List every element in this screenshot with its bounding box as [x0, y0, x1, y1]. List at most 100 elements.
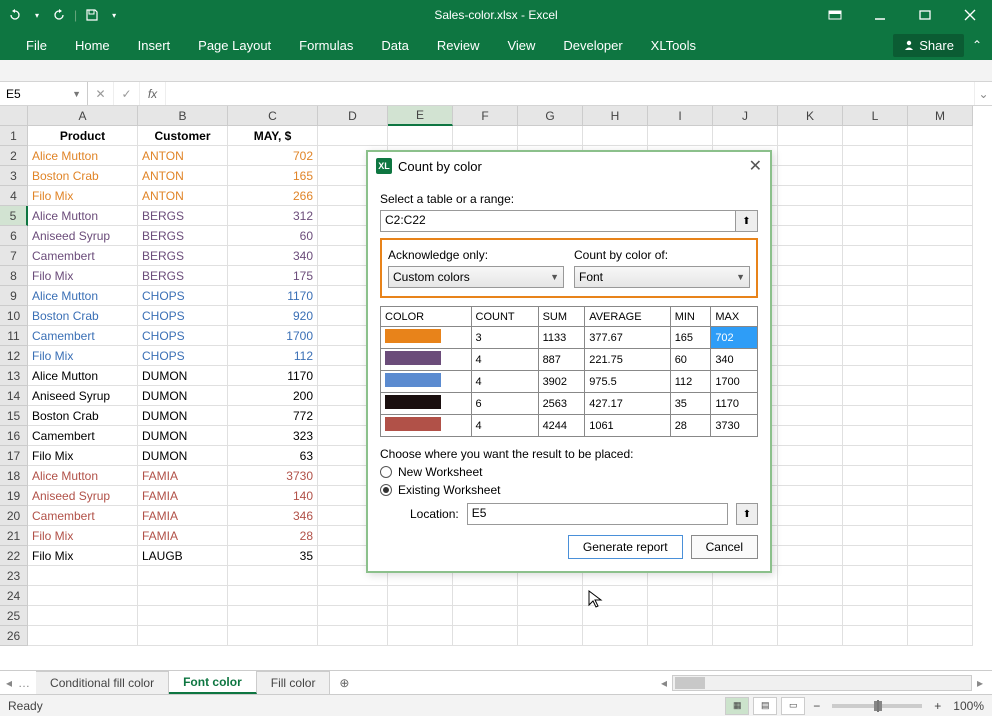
- ribbon-tab-view[interactable]: View: [493, 30, 549, 60]
- ribbon-tab-review[interactable]: Review: [423, 30, 494, 60]
- ribbon-tab-home[interactable]: Home: [61, 30, 124, 60]
- cell-H26[interactable]: [583, 626, 648, 646]
- cell-K9[interactable]: [778, 286, 843, 306]
- cell-G24[interactable]: [518, 586, 583, 606]
- row-header-26[interactable]: 26: [0, 626, 28, 646]
- row-header-8[interactable]: 8: [0, 266, 28, 286]
- cell-K13[interactable]: [778, 366, 843, 386]
- result-row[interactable]: 4887221.7560340: [381, 349, 758, 371]
- cell-M1[interactable]: [908, 126, 973, 146]
- cell-M3[interactable]: [908, 166, 973, 186]
- cell-G25[interactable]: [518, 606, 583, 626]
- cell-A3[interactable]: Boston Crab: [28, 166, 138, 186]
- cell-D24[interactable]: [318, 586, 388, 606]
- qat-customize-icon[interactable]: ▾: [107, 8, 121, 22]
- cell-C10[interactable]: 920: [228, 306, 318, 326]
- row-header-18[interactable]: 18: [0, 466, 28, 486]
- cell-M7[interactable]: [908, 246, 973, 266]
- cell-K24[interactable]: [778, 586, 843, 606]
- cell-C5[interactable]: 312: [228, 206, 318, 226]
- cell-C25[interactable]: [228, 606, 318, 626]
- name-box-dropdown-icon[interactable]: ▼: [72, 89, 81, 99]
- cell-K18[interactable]: [778, 466, 843, 486]
- countby-dropdown[interactable]: Font ▼: [574, 266, 750, 288]
- cell-C11[interactable]: 1700: [228, 326, 318, 346]
- cell-L21[interactable]: [843, 526, 908, 546]
- location-input[interactable]: E5: [467, 503, 728, 525]
- cell-K5[interactable]: [778, 206, 843, 226]
- sheet-nav-prev-icon[interactable]: ◂: [6, 676, 12, 690]
- row-header-9[interactable]: 9: [0, 286, 28, 306]
- cell-L25[interactable]: [843, 606, 908, 626]
- cell-K17[interactable]: [778, 446, 843, 466]
- row-header-24[interactable]: 24: [0, 586, 28, 606]
- cell-K1[interactable]: [778, 126, 843, 146]
- cell-L17[interactable]: [843, 446, 908, 466]
- column-header-E[interactable]: E: [388, 106, 453, 126]
- dialog-titlebar[interactable]: XL Count by color ✕: [368, 152, 770, 180]
- cell-B10[interactable]: CHOPS: [138, 306, 228, 326]
- cell-L20[interactable]: [843, 506, 908, 526]
- expand-formula-bar-icon[interactable]: ⌄: [974, 82, 992, 105]
- cell-F1[interactable]: [453, 126, 518, 146]
- zoom-level[interactable]: 100%: [953, 699, 984, 713]
- cell-K20[interactable]: [778, 506, 843, 526]
- cell-E26[interactable]: [388, 626, 453, 646]
- cell-A10[interactable]: Boston Crab: [28, 306, 138, 326]
- ribbon-options-icon[interactable]: [812, 0, 857, 30]
- enter-formula-icon[interactable]: ✓: [114, 82, 140, 105]
- column-header-D[interactable]: D: [318, 106, 388, 126]
- sheet-tab-conditional-fill-color[interactable]: Conditional fill color: [36, 671, 169, 694]
- cell-A20[interactable]: Camembert: [28, 506, 138, 526]
- cell-M13[interactable]: [908, 366, 973, 386]
- cell-A2[interactable]: Alice Mutton: [28, 146, 138, 166]
- cell-L3[interactable]: [843, 166, 908, 186]
- cell-B4[interactable]: ANTON: [138, 186, 228, 206]
- minimize-icon[interactable]: [857, 0, 902, 30]
- hscroll-right-icon[interactable]: ▸: [972, 676, 988, 690]
- cell-B15[interactable]: DUMON: [138, 406, 228, 426]
- cell-A7[interactable]: Camembert: [28, 246, 138, 266]
- cell-B20[interactable]: FAMIA: [138, 506, 228, 526]
- cell-L22[interactable]: [843, 546, 908, 566]
- cell-C15[interactable]: 772: [228, 406, 318, 426]
- cell-K8[interactable]: [778, 266, 843, 286]
- cell-L5[interactable]: [843, 206, 908, 226]
- cell-A5[interactable]: Alice Mutton: [28, 206, 138, 226]
- qat-dropdown-icon[interactable]: ▾: [30, 8, 44, 22]
- row-header-6[interactable]: 6: [0, 226, 28, 246]
- cell-A1[interactable]: Product: [28, 126, 138, 146]
- cell-K7[interactable]: [778, 246, 843, 266]
- row-header-21[interactable]: 21: [0, 526, 28, 546]
- cell-L4[interactable]: [843, 186, 908, 206]
- cell-B3[interactable]: ANTON: [138, 166, 228, 186]
- row-header-13[interactable]: 13: [0, 366, 28, 386]
- range-picker-icon[interactable]: ⬆: [736, 210, 758, 232]
- cell-A17[interactable]: Filo Mix: [28, 446, 138, 466]
- cell-J25[interactable]: [713, 606, 778, 626]
- maximize-icon[interactable]: [902, 0, 947, 30]
- cell-M17[interactable]: [908, 446, 973, 466]
- cell-A24[interactable]: [28, 586, 138, 606]
- cell-C16[interactable]: 323: [228, 426, 318, 446]
- row-header-7[interactable]: 7: [0, 246, 28, 266]
- column-header-M[interactable]: M: [908, 106, 973, 126]
- cell-K22[interactable]: [778, 546, 843, 566]
- cell-C26[interactable]: [228, 626, 318, 646]
- cell-A23[interactable]: [28, 566, 138, 586]
- cell-L9[interactable]: [843, 286, 908, 306]
- cell-L18[interactable]: [843, 466, 908, 486]
- ribbon-tab-developer[interactable]: Developer: [549, 30, 636, 60]
- column-header-L[interactable]: L: [843, 106, 908, 126]
- cell-I1[interactable]: [648, 126, 713, 146]
- cell-B17[interactable]: DUMON: [138, 446, 228, 466]
- cell-A16[interactable]: Camembert: [28, 426, 138, 446]
- ribbon-tab-page-layout[interactable]: Page Layout: [184, 30, 285, 60]
- result-row[interactable]: 31133377.67165702: [381, 327, 758, 349]
- cell-L23[interactable]: [843, 566, 908, 586]
- cell-B24[interactable]: [138, 586, 228, 606]
- cell-M4[interactable]: [908, 186, 973, 206]
- cell-M20[interactable]: [908, 506, 973, 526]
- cell-A22[interactable]: Filo Mix: [28, 546, 138, 566]
- cell-K10[interactable]: [778, 306, 843, 326]
